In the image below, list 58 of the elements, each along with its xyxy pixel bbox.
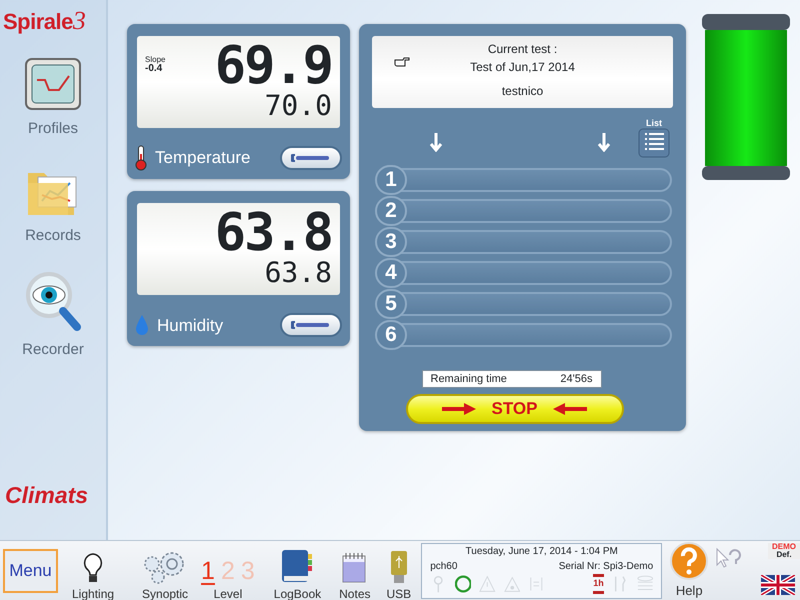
left-arrow-icon	[553, 403, 588, 415]
status-user: pch60	[430, 560, 458, 574]
right-arrow-icon	[442, 403, 476, 415]
stop-button[interactable]: STOP	[406, 394, 624, 424]
setpoint-value: 70.0	[264, 92, 332, 120]
slope-value: -0.4	[145, 64, 162, 74]
down-arrow-icon	[597, 132, 611, 152]
toolbar-item-label[interactable]: LogBook	[274, 588, 322, 600]
toolbar-item-label[interactable]: Synoptic	[142, 588, 188, 600]
measured-value: 63.8	[214, 207, 332, 259]
remaining-time-label: Remaining time	[430, 372, 507, 387]
toolbar-item-label[interactable]: Lighting	[72, 588, 114, 600]
step-number: 1	[375, 164, 407, 194]
test-title: Current test :	[488, 41, 558, 58]
sensor-label: Humidity	[157, 314, 224, 336]
app-logo: Spirale3	[3, 8, 86, 34]
status-datetime: Tuesday, June 17, 2014 - 1:04 PM	[464, 544, 619, 558]
sensor-label: Temperature	[155, 147, 250, 170]
list-label: List	[646, 119, 662, 128]
step-number: 4	[375, 258, 407, 288]
default-label: Def.	[776, 550, 792, 558]
step-number: 5	[375, 288, 407, 318]
uk-flag-icon[interactable]	[761, 574, 795, 594]
slope-label: Slope	[145, 56, 166, 64]
list-button[interactable]	[638, 128, 670, 158]
level-tab[interactable]: 1	[198, 558, 218, 584]
wrench-icon	[291, 319, 331, 332]
help-label[interactable]: Help	[676, 580, 703, 600]
step-number: 2	[375, 196, 407, 226]
toolbar-item-label[interactable]: USB	[386, 588, 412, 600]
magnifier-eye-icon[interactable]	[24, 271, 81, 331]
remaining-time-value: 24'56s	[560, 372, 592, 387]
brand-logo: Climats	[5, 480, 90, 510]
sidebar-item-label[interactable]: Recorder	[22, 339, 84, 362]
sidebar-item-label[interactable]: Records	[25, 224, 81, 247]
menu-button[interactable]: Menu	[3, 548, 58, 592]
setpoint-value: 63.8	[264, 259, 332, 287]
help-icon	[669, 540, 710, 581]
measured-value: 69.9	[214, 40, 332, 92]
help-button[interactable]	[669, 540, 710, 581]
test-name: Test of Jun,17 2014	[470, 59, 575, 76]
toolbar-item-label[interactable]: Notes	[339, 588, 370, 600]
wrench-button[interactable]	[280, 146, 342, 170]
test-user: testnico	[502, 83, 544, 100]
demo-label: DEMO	[772, 542, 796, 550]
sidebar-item-label[interactable]: Profiles	[28, 118, 78, 140]
profile-chart-icon[interactable]	[25, 58, 81, 110]
down-arrow-icon	[429, 132, 443, 152]
wrench-button[interactable]	[280, 313, 342, 338]
step-number: 3	[375, 226, 407, 256]
water-drop-icon	[135, 314, 149, 336]
wrench-icon	[291, 152, 331, 164]
list-icon	[638, 128, 670, 158]
status-serial: Serial Nr: Spi3-Demo	[558, 560, 654, 574]
toolbar-item-label[interactable]: Level	[214, 588, 242, 600]
usb-stick-icon	[390, 550, 408, 584]
step-number: 6	[375, 320, 407, 350]
thermometer-icon	[135, 145, 147, 171]
